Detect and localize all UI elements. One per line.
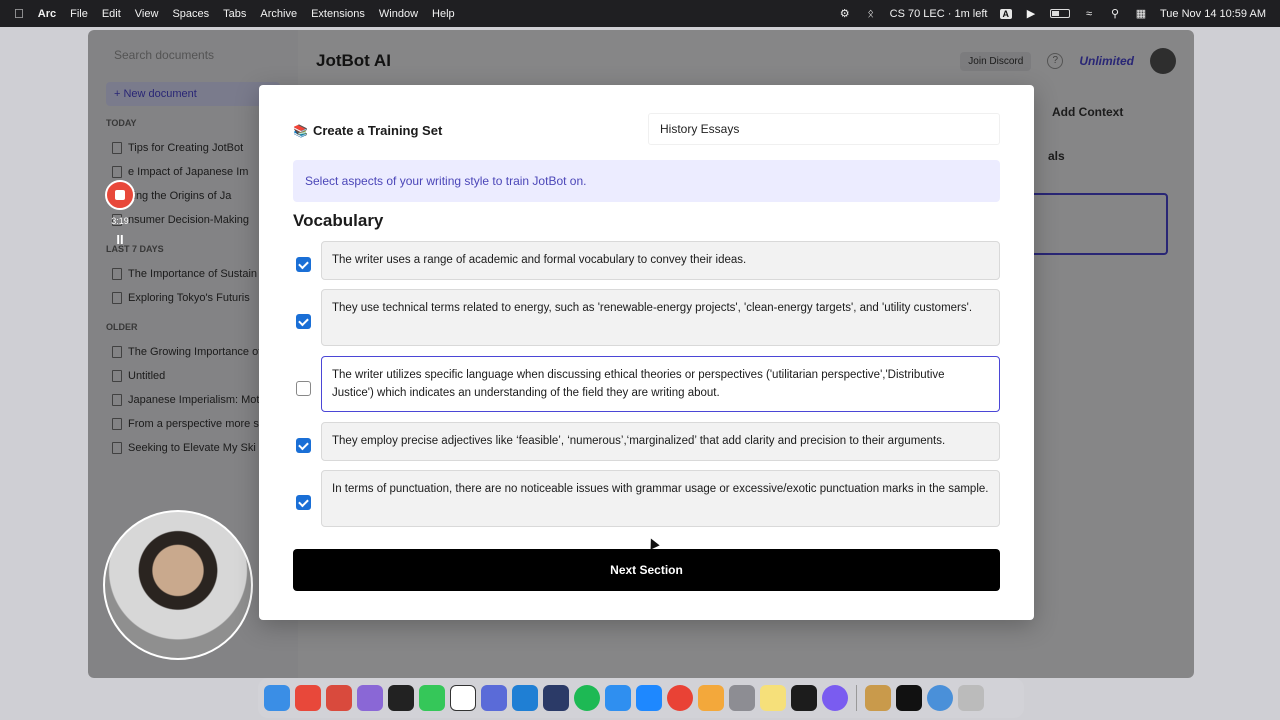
search-icon[interactable]: ⚲ xyxy=(1108,7,1122,20)
notion-icon[interactable] xyxy=(450,685,476,711)
calendar-app-icon[interactable] xyxy=(295,685,321,711)
menu-file[interactable]: File xyxy=(70,8,88,20)
menu-extensions[interactable]: Extensions xyxy=(311,8,365,20)
messages-icon[interactable] xyxy=(419,685,445,711)
wifi-icon[interactable]: ≈ xyxy=(1082,8,1096,20)
messenger-icon[interactable] xyxy=(822,685,848,711)
menu-tabs[interactable]: Tabs xyxy=(223,8,246,20)
modal-title: Create a Training Set xyxy=(312,123,443,138)
menu-window[interactable]: Window xyxy=(379,8,418,20)
menu-spaces[interactable]: Spaces xyxy=(172,8,209,20)
apple-icon[interactable]:  xyxy=(14,6,24,21)
downloads-folder-icon[interactable] xyxy=(865,685,891,711)
aspect-text[interactable]: They employ precise adjectives like ‘fea… xyxy=(321,422,1000,461)
webcam-bubble xyxy=(103,510,253,660)
status-tray: ⚙ ᛟ CS 70 LEC · 1m left A ▶ ≈ ⚲ ▦ Tue No… xyxy=(838,7,1266,21)
notes-icon[interactable] xyxy=(760,685,786,711)
launchpad-icon[interactable] xyxy=(481,685,507,711)
aspect-checkbox[interactable] xyxy=(296,257,311,272)
screen-recorder: 3:19 II xyxy=(101,180,139,266)
spotify-icon[interactable] xyxy=(574,685,600,711)
input-source-indicator[interactable]: A xyxy=(999,8,1012,19)
app-store-icon[interactable] xyxy=(636,685,662,711)
aspect-checkbox[interactable] xyxy=(296,438,311,453)
menu-help[interactable]: Help xyxy=(432,8,455,20)
stop-recording-button[interactable] xyxy=(105,180,135,210)
aspect-checkbox[interactable] xyxy=(296,495,311,510)
system-settings-icon[interactable] xyxy=(729,685,755,711)
aspect-text[interactable]: The writer uses a range of academic and … xyxy=(321,241,1000,280)
menu-bar:  Arc File Edit View Spaces Tabs Archive… xyxy=(0,0,1280,27)
safari-icon[interactable] xyxy=(605,685,631,711)
battery-icon[interactable] xyxy=(1050,9,1070,18)
dock-separator xyxy=(856,685,857,711)
arc-icon[interactable] xyxy=(357,685,383,711)
menu-archive[interactable]: Archive xyxy=(260,8,297,20)
clock[interactable]: Tue Nov 14 10:59 AM xyxy=(1160,8,1266,20)
terminal-icon[interactable] xyxy=(791,685,817,711)
aspect-text[interactable]: In terms of punctuation, there are no no… xyxy=(321,470,1000,527)
play-icon[interactable]: ▶ xyxy=(1024,7,1038,20)
control-center-icon[interactable]: ▦ xyxy=(1134,7,1148,20)
photos-icon[interactable] xyxy=(698,685,724,711)
calendar-event[interactable]: CS 70 LEC · 1m left xyxy=(890,8,988,20)
gear-icon[interactable]: ⚙ xyxy=(838,7,852,20)
aspect-text[interactable]: The writer utilizes specific language wh… xyxy=(321,356,1000,412)
aspect-text[interactable]: They use technical terms related to ener… xyxy=(321,289,1000,346)
chrome-icon[interactable] xyxy=(667,685,693,711)
todoist-icon[interactable] xyxy=(326,685,352,711)
instruction-banner: Select aspects of your writing style to … xyxy=(293,160,1000,202)
r-app-icon[interactable] xyxy=(388,685,414,711)
next-section-button[interactable]: Next Section xyxy=(293,549,1000,591)
modal-header: 📚 Create a Training Set xyxy=(293,123,442,138)
menu-edit[interactable]: Edit xyxy=(102,8,121,20)
vscode-icon[interactable] xyxy=(512,685,538,711)
quicktime-icon[interactable] xyxy=(927,685,953,711)
aspect-checkbox[interactable] xyxy=(296,381,311,396)
menu-view[interactable]: View xyxy=(135,8,159,20)
finder-icon[interactable] xyxy=(264,685,290,711)
capcut-icon[interactable] xyxy=(896,685,922,711)
pause-icon[interactable]: II xyxy=(116,232,123,247)
training-set-name-input[interactable] xyxy=(648,113,1000,145)
menu-app-name[interactable]: Arc xyxy=(38,8,56,20)
bluetooth-icon[interactable]: ᛟ xyxy=(864,8,878,20)
section-title: Vocabulary xyxy=(293,211,384,230)
books-icon: 📚 xyxy=(293,123,308,138)
aspect-checkbox[interactable] xyxy=(296,314,311,329)
dock xyxy=(258,678,1024,718)
recording-timer: 3:19 xyxy=(111,216,129,226)
trash-icon[interactable] xyxy=(958,685,984,711)
xcode-instruments-icon[interactable] xyxy=(543,685,569,711)
